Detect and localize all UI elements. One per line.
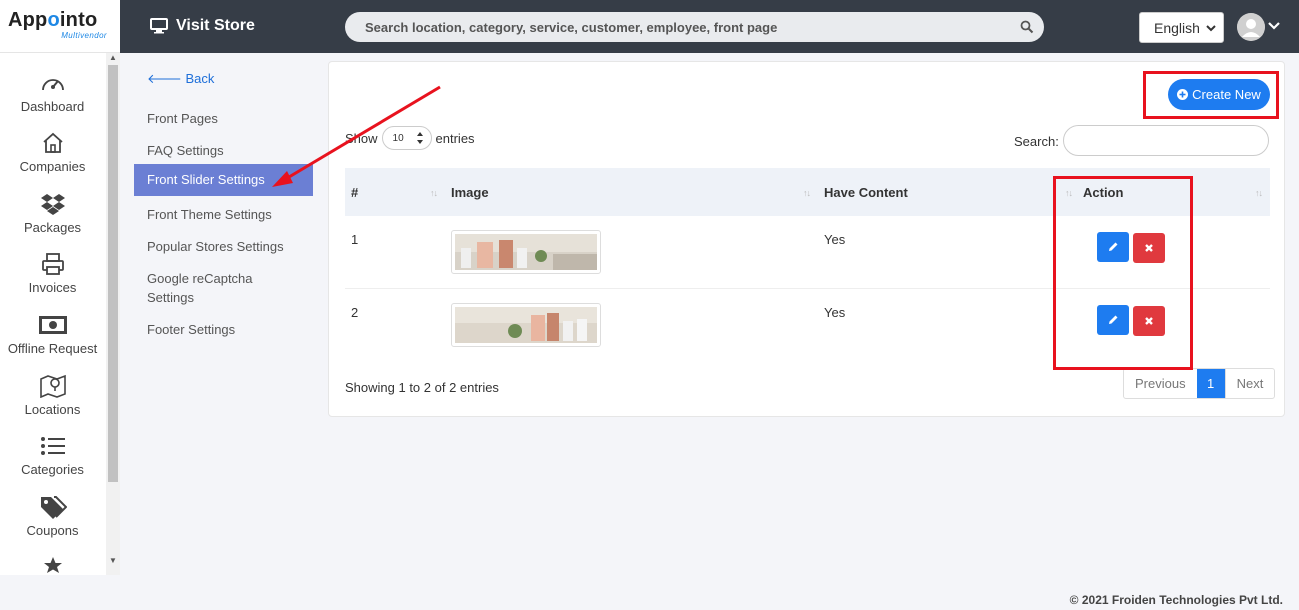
footer-copyright: © 2021 Froiden Technologies Pvt Ltd. bbox=[1069, 593, 1283, 607]
annotation-highlight-box bbox=[1053, 176, 1193, 370]
annotation-highlight-box bbox=[1143, 71, 1279, 119]
